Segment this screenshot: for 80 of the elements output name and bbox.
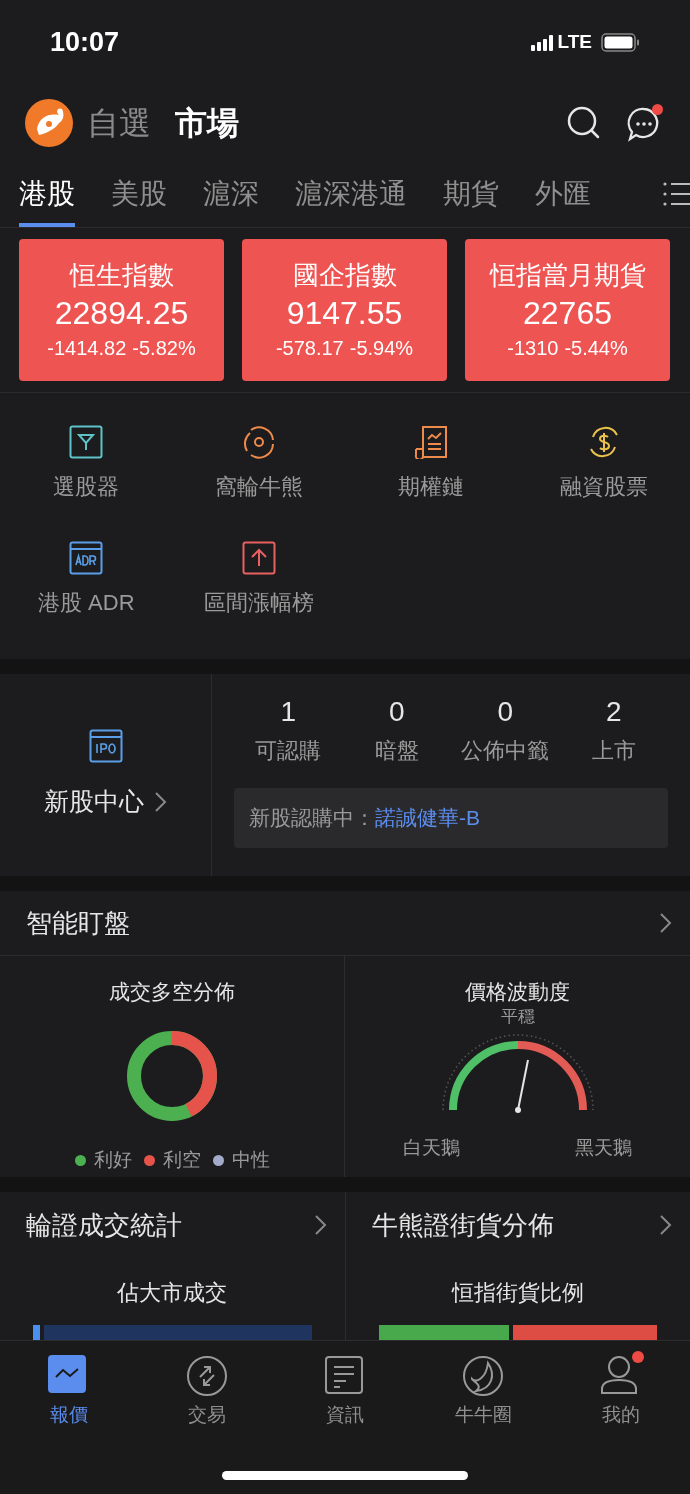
menu-icon[interactable] xyxy=(663,180,690,207)
index-card[interactable]: 國企指數 9147.55 -578.17 -5.94% xyxy=(242,239,447,381)
index-percent: -5.44% xyxy=(564,336,628,361)
card-title: 輪證成交統計 xyxy=(26,1208,182,1242)
index-value: 22894.25 xyxy=(54,294,189,333)
adr-icon[interactable] xyxy=(69,541,104,575)
index-card[interactable]: 恒指當月期貨 22765 -1310 -5.44% xyxy=(465,239,670,381)
chart-title: 價格波動度 xyxy=(465,979,570,1005)
nav-tab[interactable]: 交易 xyxy=(138,1355,276,1427)
legend-label: 利好 xyxy=(93,1148,132,1172)
market-tab[interactable]: 期貨 xyxy=(443,160,499,227)
exchange-icon xyxy=(186,1355,228,1397)
app-logo-icon xyxy=(25,98,73,147)
index-name: 恒指當月期貨 xyxy=(489,259,646,292)
chevron-right-icon[interactable] xyxy=(659,1214,672,1236)
tool-label[interactable]: 期權鏈 xyxy=(398,473,465,501)
header-tab[interactable]: 自選 xyxy=(87,98,151,147)
market-tab[interactable]: 港股 xyxy=(19,160,75,227)
ipo-label[interactable]: 暗盤 xyxy=(374,736,419,766)
signal-icon xyxy=(530,34,553,51)
card-title: 牛熊證街貨分佈 xyxy=(371,1208,554,1242)
index-percent: -5.82% xyxy=(132,336,196,361)
ipo-count[interactable]: 1 xyxy=(280,694,297,730)
market-tab[interactable]: 美股 xyxy=(111,160,167,227)
nav-tab[interactable]: 報價 xyxy=(0,1355,138,1427)
document-icon xyxy=(324,1355,366,1397)
battery-icon xyxy=(601,33,640,52)
chart-title: 成交多空分佈 xyxy=(109,979,235,1005)
banner-label: 新股認購中： xyxy=(249,805,375,832)
index-card[interactable]: 恒生指數 22894.25 -1414.82 -5.82% xyxy=(19,239,224,381)
chevron-right-icon[interactable] xyxy=(659,912,672,934)
tool-label[interactable]: 窩輪牛熊 xyxy=(214,473,303,501)
swirl-icon[interactable] xyxy=(241,425,276,459)
legend-label: 中性 xyxy=(231,1148,270,1172)
ipo-count[interactable]: 0 xyxy=(497,694,514,730)
index-value: 22765 xyxy=(523,294,612,333)
legend-label: 利空 xyxy=(162,1148,201,1172)
nav-tab[interactable]: 我的 xyxy=(552,1355,690,1427)
arrow-up-icon[interactable] xyxy=(241,541,276,575)
ipo-count[interactable]: 0 xyxy=(388,694,405,730)
card-subtitle: 恒指街貨比例 xyxy=(450,1279,585,1307)
ipo-label[interactable]: 公佈中籤 xyxy=(461,736,550,766)
stock-link[interactable]: 諾誠健華-B xyxy=(375,802,480,834)
ipo-label[interactable]: 可認購 xyxy=(255,736,322,766)
market-tab[interactable]: 外匯 xyxy=(535,160,591,227)
search-icon[interactable] xyxy=(567,106,600,139)
nav-tab[interactable]: 資訊 xyxy=(276,1355,414,1427)
ipo-count[interactable]: 2 xyxy=(605,694,622,730)
ipo-banner[interactable]: 新股認購中：諾誠健華-B xyxy=(234,788,668,848)
header-tab[interactable]: 市場 xyxy=(175,98,239,147)
market-tab[interactable]: 滬深港通 xyxy=(295,160,407,227)
volatility-state: 平穩 xyxy=(500,1006,535,1028)
nav-tab[interactable]: 牛牛圈 xyxy=(414,1355,552,1427)
index-change: -1414.82 xyxy=(47,336,127,361)
gauge-label: 白天鵝 xyxy=(403,1136,460,1160)
gauge-label: 黑天鵝 xyxy=(575,1136,632,1160)
index-change: -1310 xyxy=(507,336,559,361)
chevron-right-icon xyxy=(154,791,167,813)
index-percent: -5.94% xyxy=(349,336,414,361)
ipo-center-link[interactable]: 新股中心 xyxy=(44,783,167,821)
ipo-label[interactable]: 上市 xyxy=(591,736,636,766)
tool-label[interactable]: 港股 ADR xyxy=(37,589,135,617)
index-change: -578.17 xyxy=(275,336,344,361)
section-title: 智能盯盤 xyxy=(26,906,130,940)
document-chart-icon[interactable] xyxy=(414,425,449,459)
tool-label[interactable]: 區間漲幅榜 xyxy=(203,589,314,617)
tool-label[interactable]: 融資股票 xyxy=(559,473,648,501)
index-name: 國企指數 xyxy=(292,259,397,292)
chevron-right-icon[interactable] xyxy=(313,1214,327,1236)
index-value: 9147.55 xyxy=(286,294,403,333)
tool-label[interactable]: 選股器 xyxy=(53,473,120,501)
moon-circle-icon xyxy=(462,1355,504,1397)
network-label: LTE xyxy=(557,30,592,55)
market-tab[interactable]: 滬深 xyxy=(203,160,259,227)
index-name: 恒生指數 xyxy=(69,259,174,292)
ipo-icon xyxy=(88,729,123,764)
message-icon[interactable] xyxy=(627,105,661,142)
status-time: 10:07 xyxy=(50,26,120,60)
card-subtitle: 佔大市成交 xyxy=(116,1279,229,1307)
filter-icon[interactable] xyxy=(69,425,104,459)
